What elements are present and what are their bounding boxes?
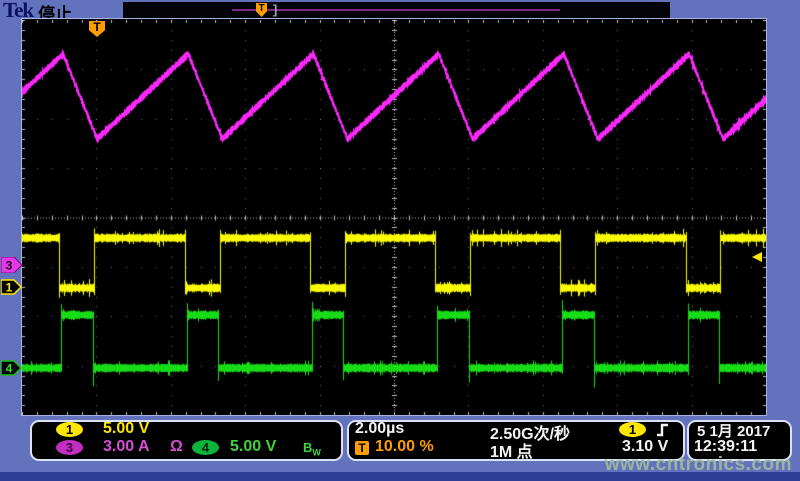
trigger-level-arrow-icon[interactable] bbox=[752, 252, 762, 262]
ch3-badge[interactable]: 3 bbox=[56, 440, 83, 455]
ch4-badge[interactable]: 4 bbox=[192, 440, 219, 455]
preview-zoom-bracket-icon: ] bbox=[273, 2, 277, 17]
trigger-source-badge[interactable]: 1 bbox=[619, 422, 646, 437]
waveform-display[interactable] bbox=[22, 19, 766, 415]
ch3-scale-readout[interactable]: 3.00 A bbox=[103, 438, 150, 456]
ch3-impedance-readout[interactable]: Ω bbox=[170, 438, 183, 456]
svg-text:1: 1 bbox=[6, 281, 13, 295]
ch1-badge[interactable]: 1 bbox=[56, 422, 83, 437]
oscilloscope-screen: Tek 停止 T ] 3 1 4 T 1 5.00 V 3 3.00 A Ω 4… bbox=[0, 0, 800, 481]
trigger-position-readout[interactable]: 10.00 % bbox=[375, 438, 434, 456]
preview-trigger-marker-icon[interactable]: T bbox=[256, 3, 267, 17]
preview-waveform-line bbox=[232, 9, 560, 11]
bandwidth-limit-icon: BW bbox=[303, 440, 321, 458]
trigger-position-icon: T bbox=[355, 441, 369, 455]
ch1-scale-readout[interactable]: 5.00 V bbox=[103, 420, 149, 438]
record-preview-bar[interactable]: T ] bbox=[123, 2, 670, 18]
rising-edge-slope-icon[interactable] bbox=[656, 423, 670, 437]
svg-text:4: 4 bbox=[6, 362, 13, 376]
waveform-canvas[interactable] bbox=[22, 20, 766, 415]
timebase-readout[interactable]: 2.00µs bbox=[355, 420, 404, 438]
svg-text:3: 3 bbox=[6, 259, 13, 273]
bottom-strip bbox=[0, 472, 800, 481]
ch4-scale-readout[interactable]: 5.00 V bbox=[230, 438, 276, 456]
ch3-zero-marker[interactable]: 3 bbox=[1, 257, 23, 273]
ch4-zero-marker[interactable]: 4 bbox=[1, 360, 23, 376]
ch1-zero-marker[interactable]: 1 bbox=[1, 279, 23, 295]
record-length-readout: 1M 点 bbox=[490, 438, 533, 462]
